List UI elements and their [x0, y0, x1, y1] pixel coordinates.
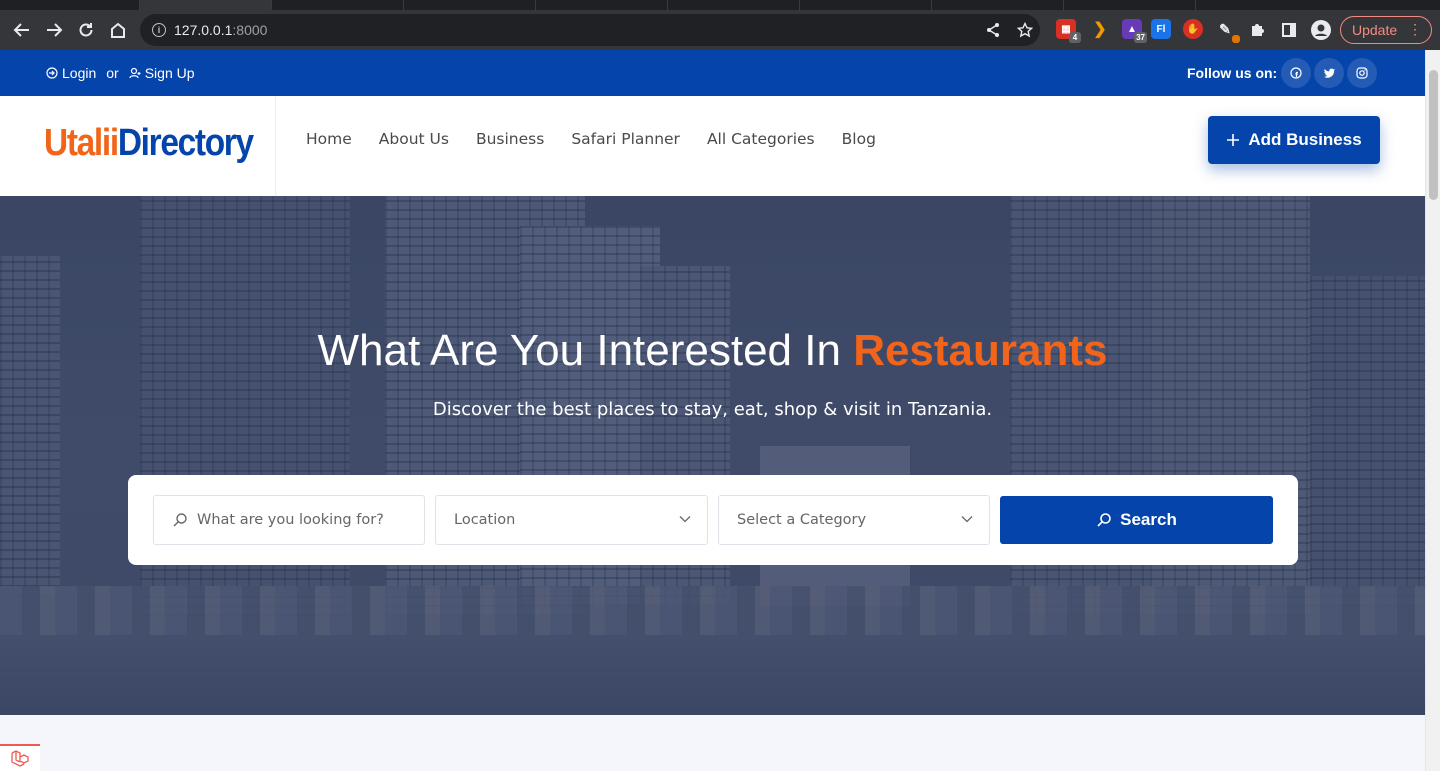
search-button[interactable]: Search: [1000, 496, 1273, 544]
hat-extension-icon[interactable]: ▲ 37: [1122, 19, 1147, 43]
swirl-extension-icon[interactable]: ❯: [1090, 19, 1110, 39]
url-host: 127.0.0.1: [174, 22, 233, 38]
arrow-right-icon: [47, 23, 63, 37]
browser-tab[interactable]: [536, 0, 668, 10]
instagram-link[interactable]: [1347, 58, 1377, 88]
add-business-button[interactable]: Add Business: [1208, 116, 1380, 164]
profile-button[interactable]: [1309, 18, 1333, 42]
bookmark-button[interactable]: [1013, 18, 1037, 42]
browser-tab[interactable]: [932, 0, 1064, 10]
hero-section: What Are You Interested In Restaurants D…: [0, 196, 1425, 715]
category-placeholder: Select a Category: [737, 512, 867, 528]
extensions-button[interactable]: [1245, 18, 1269, 42]
hero-title-highlight: Restaurants: [853, 326, 1108, 375]
twitter-link[interactable]: [1314, 58, 1344, 88]
search-icon: [173, 513, 187, 527]
site-info-icon[interactable]: i: [152, 23, 166, 37]
browser-tab-active[interactable]: [140, 0, 272, 10]
chevron-down-icon: [961, 516, 973, 523]
or-label: or: [106, 65, 119, 81]
side-panel-button[interactable]: [1277, 18, 1301, 42]
pen-extension-icon[interactable]: ✎: [1215, 19, 1240, 43]
main-nav: Home About Us Business Safari Planner Al…: [306, 130, 876, 148]
web-page: Login or Sign Up Follow us on: UtaliiDir…: [0, 50, 1425, 771]
avatar-icon: [1311, 20, 1331, 40]
browser-tab[interactable]: [1064, 0, 1196, 10]
nav-item-blog[interactable]: Blog: [842, 130, 876, 148]
browser-tab[interactable]: [800, 0, 932, 10]
category-select[interactable]: Select a Category: [718, 495, 990, 545]
hero-title-prefix: What Are You Interested In: [317, 326, 841, 375]
reload-button[interactable]: [74, 18, 98, 42]
forward-button[interactable]: [42, 18, 66, 42]
keyword-search-input[interactable]: What are you looking for?: [153, 495, 425, 545]
url-port: :8000: [232, 22, 268, 38]
chevron-down-icon: [679, 516, 691, 523]
nav-item-safari-planner[interactable]: Safari Planner: [571, 130, 680, 148]
puzzle-icon: [1252, 24, 1264, 36]
plus-icon: [1227, 134, 1240, 146]
arrow-left-icon: [13, 23, 29, 37]
login-link[interactable]: Login: [46, 65, 96, 81]
side-panel-icon: [1282, 23, 1296, 37]
nav-item-home[interactable]: Home: [306, 130, 352, 148]
login-label: Login: [62, 65, 97, 81]
browser-tab[interactable]: [668, 0, 800, 10]
add-business-label: Add Business: [1248, 130, 1362, 149]
hero-title: What Are You Interested In Restaurants: [0, 326, 1425, 376]
page-scrollbar[interactable]: [1425, 50, 1440, 771]
location-placeholder: Location: [454, 512, 516, 528]
nav-item-all-categories[interactable]: All Categories: [707, 130, 815, 148]
search-button-label: Search: [1120, 510, 1177, 529]
browser-tab[interactable]: [404, 0, 536, 10]
share-button[interactable]: [981, 18, 1005, 42]
ft-extension-icon[interactable]: Fl: [1151, 19, 1171, 39]
search-panel: What are you looking for? Location Selec…: [128, 475, 1298, 565]
login-icon: [46, 67, 58, 79]
home-button[interactable]: [106, 18, 130, 42]
auth-links: Login or Sign Up: [46, 65, 195, 81]
instagram-icon: [1356, 67, 1368, 79]
laravel-icon: [11, 749, 29, 767]
update-button[interactable]: Update ⋮: [1340, 16, 1432, 44]
share-icon: [987, 23, 999, 37]
address-bar[interactable]: i 127.0.0.1:8000: [140, 14, 1040, 46]
location-select[interactable]: Location: [435, 495, 708, 545]
hand-extension-icon[interactable]: ✋: [1183, 19, 1203, 39]
back-button[interactable]: [10, 18, 34, 42]
update-label: Update: [1352, 22, 1398, 38]
top-bar: Login or Sign Up Follow us on:: [0, 50, 1425, 96]
browser-tab-strip: [0, 0, 1440, 10]
star-icon: [1017, 22, 1033, 38]
search-icon: [1097, 513, 1111, 527]
hero-overlay: [0, 196, 1425, 715]
kebab-menu-icon[interactable]: ⋮: [1408, 21, 1422, 38]
site-header: UtaliiDirectory Home About Us Business S…: [0, 96, 1425, 196]
calendar-extension-icon[interactable]: ▦ 4: [1056, 19, 1081, 43]
home-icon: [111, 22, 125, 38]
nav-item-about-us[interactable]: About Us: [379, 130, 449, 148]
user-plus-icon: [129, 67, 141, 79]
facebook-icon: [1290, 67, 1302, 79]
signup-label: Sign Up: [144, 65, 195, 81]
scrollbar-thumb[interactable]: [1429, 70, 1438, 200]
follow-label: Follow us on:: [1187, 65, 1278, 81]
hero-subtitle: Discover the best places to stay, eat, s…: [432, 399, 993, 420]
facebook-link[interactable]: [1281, 58, 1311, 88]
browser-toolbar: i 127.0.0.1:8000 ▦ 4 ❯ ▲ 37 Fl ✋ ✎ Update …: [0, 10, 1440, 50]
debugbar-toggle[interactable]: [0, 744, 40, 771]
logo-part-1: Utalii: [44, 122, 119, 164]
browser-tab[interactable]: [272, 0, 404, 10]
reload-icon: [79, 23, 93, 37]
twitter-icon: [1323, 68, 1335, 78]
signup-link[interactable]: Sign Up: [129, 65, 195, 81]
logo-part-2: Directory: [117, 122, 254, 164]
keyword-placeholder: What are you looking for?: [197, 512, 384, 528]
nav-item-business[interactable]: Business: [476, 130, 544, 148]
site-logo[interactable]: UtaliiDirectory: [44, 122, 254, 165]
header-divider: [275, 96, 276, 196]
browser-tab[interactable]: [0, 0, 140, 10]
